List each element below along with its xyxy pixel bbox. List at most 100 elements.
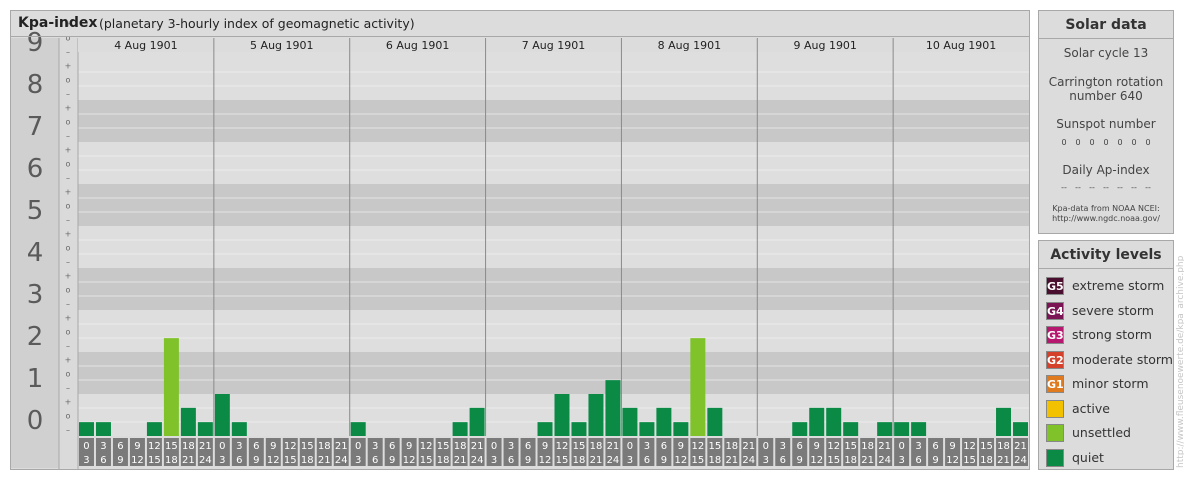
chart-title: Kpa-index (18, 15, 98, 31)
day-label: 9 Aug 1901 (793, 39, 856, 52)
hour-end-label: 15 (420, 455, 433, 466)
hour-end-label: 6 (780, 455, 786, 466)
y-subtick-label: – (66, 342, 70, 351)
y-subtick-label: o (66, 244, 71, 253)
y-subtick-label: – (66, 48, 70, 57)
activity-level-swatch: G3 (1046, 326, 1064, 344)
hour-start-label: 3 (372, 441, 378, 452)
sunspot-value-7: 0 (1145, 138, 1151, 147)
kp-bar (639, 422, 655, 436)
hour-start-label: 21 (607, 441, 620, 452)
y-subtick-label: o (66, 160, 71, 169)
hour-end-label: 15 (148, 455, 161, 466)
hour-start-label: 15 (708, 441, 721, 452)
y-subtick-label: – (66, 384, 70, 393)
hour-end-label: 15 (284, 455, 297, 466)
y-subtick-label: o (66, 118, 71, 127)
hour-end-label: 9 (661, 455, 667, 466)
activity-level-swatch: G1 (1046, 375, 1064, 393)
kp-bar (452, 422, 468, 436)
hour-end-label: 15 (963, 455, 976, 466)
activity-level-swatch (1046, 448, 1064, 467)
hour-end-label: 12 (267, 455, 280, 466)
hour-end-label: 9 (253, 455, 259, 466)
hour-end-label: 21 (182, 455, 195, 466)
hour-end-label: 24 (878, 455, 891, 466)
y-subtick-label: o (66, 370, 71, 379)
hour-end-label: 12 (131, 455, 144, 466)
y-subtick-label: + (65, 230, 72, 239)
hour-end-label: 12 (946, 455, 959, 466)
activity-level-label: unsettled (1072, 425, 1131, 440)
kp-bar (537, 422, 553, 436)
hour-start-label: 6 (932, 441, 938, 452)
source-label: Kpa-data from NOAA NCEI: (1052, 204, 1160, 213)
hour-start-label: 15 (437, 441, 450, 452)
y-band (78, 310, 1029, 352)
activity-level-label: extreme storm (1072, 278, 1165, 293)
activity-level-label: strong storm (1072, 327, 1152, 342)
kp-bar (622, 407, 638, 436)
y-tick-label: 5 (27, 196, 44, 226)
hour-start-label: 12 (148, 441, 161, 452)
hour-start-label: 6 (389, 441, 395, 452)
kp-bar (350, 422, 366, 436)
hour-end-label: 24 (471, 455, 484, 466)
hour-start-label: 9 (678, 441, 684, 452)
y-subtick-label: o (66, 286, 71, 295)
kp-bar (571, 422, 587, 436)
kp-bar (588, 394, 604, 436)
hour-start-label: 9 (814, 441, 820, 452)
y-subtick-label: o (66, 76, 71, 85)
hour-start-label: 6 (525, 441, 531, 452)
hour-end-label: 24 (742, 455, 755, 466)
solar-data-title: Solar data (1039, 11, 1173, 39)
sunspot-value-6: 0 (1131, 138, 1137, 147)
y-subtick-label: – (66, 174, 70, 183)
hour-start-label: 0 (763, 441, 769, 452)
hour-end-label: 24 (199, 455, 212, 466)
hour-start-label: 9 (134, 441, 140, 452)
y-subtick-label: + (65, 62, 72, 71)
kp-bar (673, 422, 689, 436)
y-subtick-label: – (66, 300, 70, 309)
day-label: 4 Aug 1901 (114, 39, 177, 52)
activity-level-swatch: G2 (1046, 350, 1064, 369)
hour-end-label: 18 (301, 455, 314, 466)
hour-end-label: 15 (556, 455, 569, 466)
hour-start-label: 0 (355, 441, 361, 452)
hour-end-label: 3 (219, 455, 225, 466)
hour-start-label: 9 (270, 441, 276, 452)
hour-start-label: 12 (556, 441, 569, 452)
hour-end-label: 18 (437, 455, 450, 466)
activity-level-swatch (1046, 399, 1064, 418)
kp-bar (894, 422, 910, 436)
sunspot-label: Sunspot number (1056, 117, 1156, 131)
sunspot-value-1: 0 (1061, 138, 1067, 147)
hour-start-label: 12 (284, 441, 297, 452)
y-band (78, 352, 1029, 394)
ap-value-4: -- (1103, 183, 1109, 192)
hour-start-label: 3 (508, 441, 514, 452)
hour-end-label: 12 (539, 455, 552, 466)
hour-start-label: 12 (420, 441, 433, 452)
hour-end-label: 12 (674, 455, 687, 466)
y-tick-label: 0 (27, 406, 44, 436)
y-tick-label: 8 (27, 70, 44, 100)
carrington-rotation-label: Carrington rotation (1048, 75, 1164, 89)
sunspot-value-4: 0 (1103, 138, 1109, 147)
hour-end-label: 12 (810, 455, 823, 466)
y-subtick-label: – (66, 258, 70, 267)
hour-end-label: 6 (372, 455, 378, 466)
hour-end-label: 15 (691, 455, 704, 466)
hour-end-label: 21 (725, 455, 738, 466)
hour-end-label: 21 (590, 455, 603, 466)
kp-bar (163, 338, 179, 436)
hour-end-label: 21 (861, 455, 874, 466)
hour-start-label: 18 (318, 441, 331, 452)
hour-start-label: 21 (878, 441, 891, 452)
kp-bar (469, 407, 485, 436)
ap-value-1: -- (1061, 183, 1067, 192)
y-subtick-label: – (66, 90, 70, 99)
hour-end-label: 9 (932, 455, 938, 466)
